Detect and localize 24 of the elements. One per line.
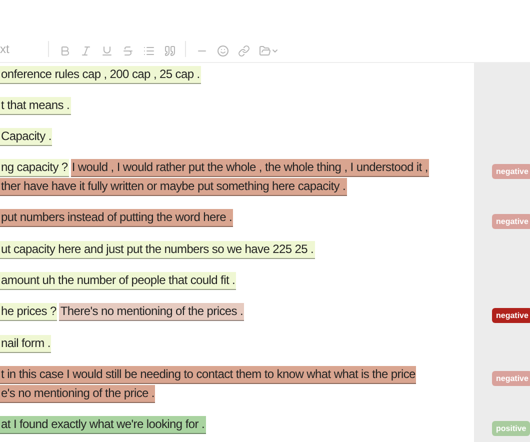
highlighted-sentence[interactable]: amount uh the number of people that could fit . — [0, 272, 236, 290]
italic-icon[interactable] — [80, 45, 92, 57]
highlighted-sentence[interactable]: I would , I would rather put the whole , the whole thing , I understood it , — [70, 159, 429, 177]
highlighted-sentence[interactable]: put numbers instead of putting the word here . — [0, 209, 234, 227]
sentiment-tag[interactable]: negative — [492, 308, 530, 323]
highlighted-sentence[interactable]: Capacity . — [0, 128, 52, 146]
smiley-icon[interactable] — [217, 45, 229, 57]
folder-icon[interactable] — [259, 45, 279, 57]
highlighted-sentence[interactable]: onference rules cap , 200 cap , 25 cap . — [0, 66, 201, 84]
highlighted-sentence[interactable]: ng capacity ? — [0, 159, 69, 177]
bold-icon[interactable] — [59, 45, 71, 57]
strikethrough-icon[interactable] — [122, 45, 134, 57]
quote-icon[interactable] — [164, 45, 176, 57]
highlighted-sentence[interactable]: ther have have it fully written or maybe put something here capacity . — [0, 178, 347, 196]
highlighted-sentence[interactable]: he prices ? — [0, 303, 58, 321]
highlighted-sentence[interactable]: t in this case I would still be needing to contact them to know what what is the price — [0, 366, 416, 384]
highlighted-sentence[interactable]: t that means . — [0, 97, 71, 115]
highlighted-sentence[interactable]: e's no mentioning of the price . — [0, 385, 156, 403]
underline-icon[interactable] — [101, 45, 113, 57]
link-icon[interactable] — [238, 45, 250, 57]
highlighted-sentence[interactable]: nail form . — [0, 335, 52, 353]
highlighted-sentence[interactable]: at I found exactly what we're looking for . — [0, 416, 206, 434]
highlighted-sentence[interactable]: There's no mentioning of the prices . — [59, 303, 244, 321]
highlighted-sentence[interactable]: ut capacity here and just put the numbers so we have 225 25 . — [0, 241, 315, 259]
